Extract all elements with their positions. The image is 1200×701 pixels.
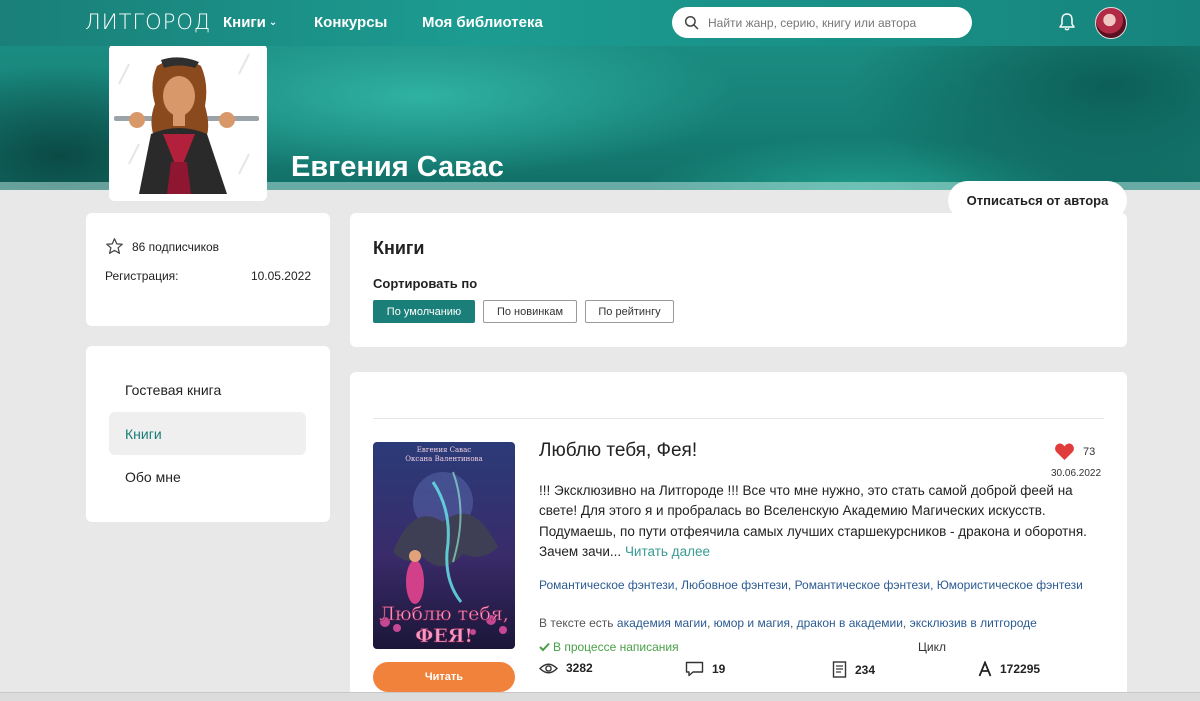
chars-stat: 172295 [978,661,1040,677]
nav-library-link[interactable]: Моя библиотека [422,14,543,31]
nav-contests-link[interactable]: Конкурсы [314,14,387,31]
search-input[interactable] [708,15,963,30]
status-text: В процессе написания [553,640,679,654]
tag-link[interactable]: академия магии [617,616,707,630]
tag-link[interactable]: эксклюзив в литгороде [910,616,1037,630]
likes-count: 73 [1083,445,1096,458]
divider [373,418,1104,419]
search-box[interactable] [672,7,972,38]
letter-a-icon [978,661,992,677]
registration-date: 10.05.2022 [250,269,311,283]
author-avatar [109,44,267,201]
books-section-title: Книги [373,238,425,258]
author-stats-card: 86 подписчиков Регистрация: 10.05.2022 [86,213,330,326]
genre-list: Романтическое фэнтези, Любовное фэнтези,… [539,578,1083,592]
cover-author-line2: Оксана Валентинова [405,455,482,463]
read-button[interactable]: Читать [373,662,515,692]
tags-prefix: В тексте есть [539,616,614,630]
books-header-card: Книги Сортировать по По умолчанию По нов… [350,213,1127,347]
author-menu-card: Гостевая книга Книги Обо мне [86,346,330,522]
author-avatar-illustration [109,44,267,201]
views-stat: 3282 [539,661,593,675]
user-avatar[interactable] [1095,7,1127,39]
cover-author-line1: Евгения Савас [417,446,471,454]
search-icon [684,15,699,30]
menu-item-guestbook[interactable]: Гостевая книга [109,368,306,411]
page-icon [832,661,847,678]
cycle-label: Цикл [918,640,946,654]
chars-count: 172295 [1000,662,1041,676]
read-more-link[interactable]: Читать далее [625,544,710,559]
os-taskbar [0,692,1200,701]
registration-label: Регистрация: [105,269,179,283]
tag-list: В тексте есть академия магии, юмор и маг… [539,616,1037,630]
heart-icon[interactable] [1054,442,1075,461]
genre-link[interactable]: Романтическое фэнтези [539,578,675,592]
pages-stat: 234 [832,661,875,678]
comments-stat[interactable]: 19 [685,661,725,677]
comment-icon [685,661,704,677]
check-icon [539,642,550,652]
writing-status: В процессе написания [539,640,679,654]
menu-item-books[interactable]: Книги [109,412,306,455]
sort-label: Сортировать по [373,276,478,291]
book-description-text: !!! Эксклюзивно на Литгороде !!! Все что… [539,483,1087,559]
top-navbar: ЛИТГОРОД Книги ⌄ Конкурсы Моя библиотека [0,0,1200,46]
site-logo[interactable]: ЛИТГОРОД [85,10,211,34]
sort-rating-button[interactable]: По рейтингу [585,300,674,323]
cover-title-line2: ФЕЯ! [415,625,473,647]
comments-count: 19 [712,662,726,676]
nav-books-menu[interactable]: Книги ⌄ [223,14,277,31]
pages-count: 234 [855,662,876,677]
tag-link[interactable]: юмор и магия [714,616,790,630]
genre-link[interactable]: Любовное фэнтези [681,578,788,592]
subscribers-count: 86 подписчиков [105,237,219,256]
genre-link[interactable]: Юмористическое фэнтези [937,578,1083,592]
book-title-link[interactable]: Люблю тебя, Фея! [539,440,697,462]
book-list-card: Евгения Савас Оксана Валентинова Люблю т… [350,372,1127,701]
book-cover-image: Евгения Савас Оксана Валентинова Люблю т… [373,442,515,649]
bell-icon[interactable] [1058,12,1076,32]
publish-date: 30.06.2022 [1051,468,1102,479]
author-name: Евгения Савас [291,151,504,183]
genre-link[interactable]: Романтическое фэнтези [795,578,931,592]
tag-link[interactable]: дракон в академии [797,616,903,630]
book-description: !!! Эксклюзивно на Литгороде !!! Все что… [539,481,1109,562]
cover-title-line1: Люблю тебя, [379,603,509,625]
eye-icon [539,663,558,673]
views-count: 3282 [566,661,593,675]
chevron-down-icon: ⌄ [268,17,278,28]
book-cover[interactable]: Евгения Савас Оксана Валентинова Люблю т… [373,442,515,649]
menu-item-about[interactable]: Обо мне [109,455,306,498]
likes-counter[interactable]: 73 [1054,442,1095,461]
sort-default-button[interactable]: По умолчанию [373,300,475,323]
nav-books-label: Книги [223,14,266,31]
sort-newest-button[interactable]: По новинкам [483,300,577,323]
subscribers-text: 86 подписчиков [132,239,220,254]
star-icon[interactable] [105,237,124,256]
